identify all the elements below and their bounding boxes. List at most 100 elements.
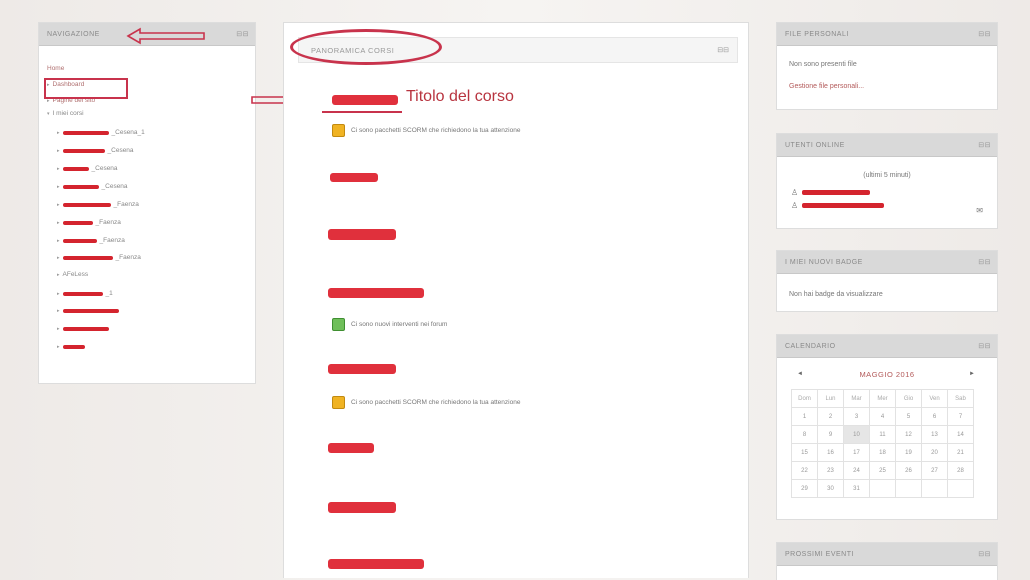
nav-item[interactable]: ▸ (57, 308, 122, 314)
calendar-day[interactable]: 18 (870, 444, 896, 462)
nav-item-name-redacted (62, 327, 109, 331)
calendar-day[interactable]: 2 (818, 408, 844, 426)
block-actions-icon[interactable]: ⊟⊟ (978, 258, 991, 266)
nav-bullet-icon: ▸ (57, 129, 60, 136)
block-actions-icon[interactable]: ⊟⊟ (978, 30, 991, 38)
calendar-day[interactable]: 30 (818, 480, 844, 498)
calendar-day[interactable]: 3 (844, 408, 870, 426)
calendar-day[interactable]: 12 (896, 426, 922, 444)
calendar-day[interactable]: 22 (792, 462, 818, 480)
calendar-day[interactable]: 24 (844, 462, 870, 480)
nav-item-label: _Faenza (113, 201, 139, 208)
calendar-grid: Dom Lun Mar Mer Gio Ven Sab 1 2 3 4 5 6 7 8 9 10 11 12 13 14… (791, 389, 974, 498)
nav-item[interactable]: Home (47, 65, 64, 72)
nav-item[interactable]: ▸ _Cesena (57, 183, 128, 190)
nav-item[interactable]: ▸ _1 (57, 290, 113, 297)
calendar-day[interactable]: 27 (922, 462, 948, 480)
calendar-day[interactable]: 19 (896, 444, 922, 462)
calendar-day[interactable]: 10 (844, 426, 870, 444)
nav-item-label: _Cesena (91, 165, 118, 172)
forum-notice[interactable]: Ci sono nuovi interventi nei forum (332, 318, 447, 331)
user-name-redacted[interactable] (802, 190, 871, 195)
block-actions-icon[interactable]: ⊟⊟ (978, 550, 991, 558)
block-actions-icon[interactable]: ⊟⊟ (236, 30, 249, 38)
nav-bullet-icon: ▾ (47, 110, 50, 117)
nav-bullet-icon: ▸ (57, 237, 60, 244)
online-user-item[interactable]: ♙ (791, 188, 871, 197)
calendar-day[interactable]: 17 (844, 444, 870, 462)
course-link-redacted[interactable] (328, 443, 374, 453)
forum-notice-text: Ci sono nuovi interventi nei forum (351, 321, 448, 328)
calendar-day[interactable]: 29 (792, 480, 818, 498)
nav-item-name-redacted (62, 148, 105, 153)
calendar-day[interactable]: 6 (922, 408, 948, 426)
calendar-month-label[interactable]: MAGGIO 2016 (777, 370, 997, 379)
calendar-day[interactable]: 23 (818, 462, 844, 480)
nav-item-label: _Cesena (107, 147, 134, 154)
nav-item-label: AFeLess (62, 271, 89, 278)
course-link-redacted[interactable] (328, 288, 424, 298)
calendar-day[interactable]: 31 (844, 480, 870, 498)
course-link-redacted[interactable] (328, 502, 396, 513)
calendar-next-button[interactable]: ► (969, 371, 975, 377)
calendar-day[interactable]: 28 (948, 462, 974, 480)
calendar-weekday: Lun (818, 390, 844, 408)
calendar-day[interactable]: 16 (818, 444, 844, 462)
nav-item-name-redacted (62, 166, 89, 171)
block-actions-icon[interactable]: ⊟⊟ (978, 141, 991, 149)
calendar-day[interactable]: 9 (818, 426, 844, 444)
scorm-notice[interactable]: Ci sono pacchetti SCORM che richiedono l… (332, 124, 520, 137)
nav-item[interactable]: ▸ _Faenza (57, 237, 125, 244)
calendar-day[interactable]: 1 (792, 408, 818, 426)
nav-item[interactable]: ▸ _Cesena (57, 165, 118, 172)
nav-bullet-icon: ▸ (57, 183, 60, 190)
nav-item[interactable]: ▸ _Faenza (57, 219, 121, 226)
nav-item-label: _Faenza (95, 219, 121, 226)
course-link-redacted[interactable] (328, 229, 396, 240)
calendar-empty-cell (870, 480, 896, 498)
calendar-day[interactable]: 25 (870, 462, 896, 480)
scorm-notice-text: Ci sono pacchetti SCORM che richiedono l… (351, 127, 521, 134)
calendar-day[interactable]: 20 (922, 444, 948, 462)
nav-bullet-icon: ▸ (57, 201, 60, 208)
nav-bullet-icon: ▸ (57, 271, 60, 278)
calendar-day[interactable]: 4 (870, 408, 896, 426)
online-user-item[interactable]: ♙ (791, 201, 885, 210)
nav-item[interactable]: ▸ (57, 344, 88, 350)
course-name-redacted[interactable] (332, 95, 398, 105)
nav-item[interactable]: ▸ _Faenza (57, 254, 141, 261)
nav-item[interactable]: ▾ I miei corsi (47, 110, 84, 117)
nav-bullet-icon: ▸ (57, 219, 60, 226)
nav-item[interactable]: ▸ _Faenza (57, 201, 139, 208)
calendar-day[interactable]: 14 (948, 426, 974, 444)
online-users-block: UTENTI ONLINE ⊟⊟ (ultimi 5 minuti) ♙ ♙ ✉ (776, 133, 998, 229)
scorm-notice[interactable]: Ci sono pacchetti SCORM che richiedono l… (332, 396, 520, 409)
calendar-day[interactable]: 8 (792, 426, 818, 444)
nav-item[interactable]: ▸ _Cesena_1 (57, 129, 145, 136)
nav-item-name-redacted (62, 345, 85, 349)
calendar-day[interactable]: 11 (870, 426, 896, 444)
nav-item[interactable]: ▸ (57, 326, 112, 332)
message-icon[interactable]: ✉ (976, 206, 983, 215)
user-name-redacted[interactable] (802, 203, 885, 208)
navigation-title: NAVIGAZIONE (47, 30, 100, 38)
calendar-empty-cell (948, 480, 974, 498)
calendar-day[interactable]: 26 (896, 462, 922, 480)
calendar-day[interactable]: 15 (792, 444, 818, 462)
online-users-header: UTENTI ONLINE ⊟⊟ (777, 134, 997, 157)
course-link-redacted[interactable] (330, 173, 378, 182)
calendar-day[interactable]: 5 (896, 408, 922, 426)
nav-item-name-redacted (62, 184, 99, 189)
course-link-redacted[interactable] (328, 364, 396, 374)
nav-item[interactable]: ▸ AFeLess (57, 271, 88, 278)
block-actions-icon[interactable]: ⊟⊟ (978, 342, 991, 350)
block-actions-icon[interactable]: ⊟⊟ (717, 46, 729, 54)
manage-files-link[interactable]: Gestione file personali... (789, 83, 864, 90)
calendar-day[interactable]: 21 (948, 444, 974, 462)
course-link-redacted[interactable] (328, 559, 424, 569)
calendar-day[interactable]: 7 (948, 408, 974, 426)
nav-item-label: _Faenza (115, 254, 141, 261)
nav-item[interactable]: ▸ _Cesena (57, 147, 134, 154)
private-files-header: FILE PERSONALI ⊟⊟ (777, 23, 997, 46)
calendar-day[interactable]: 13 (922, 426, 948, 444)
